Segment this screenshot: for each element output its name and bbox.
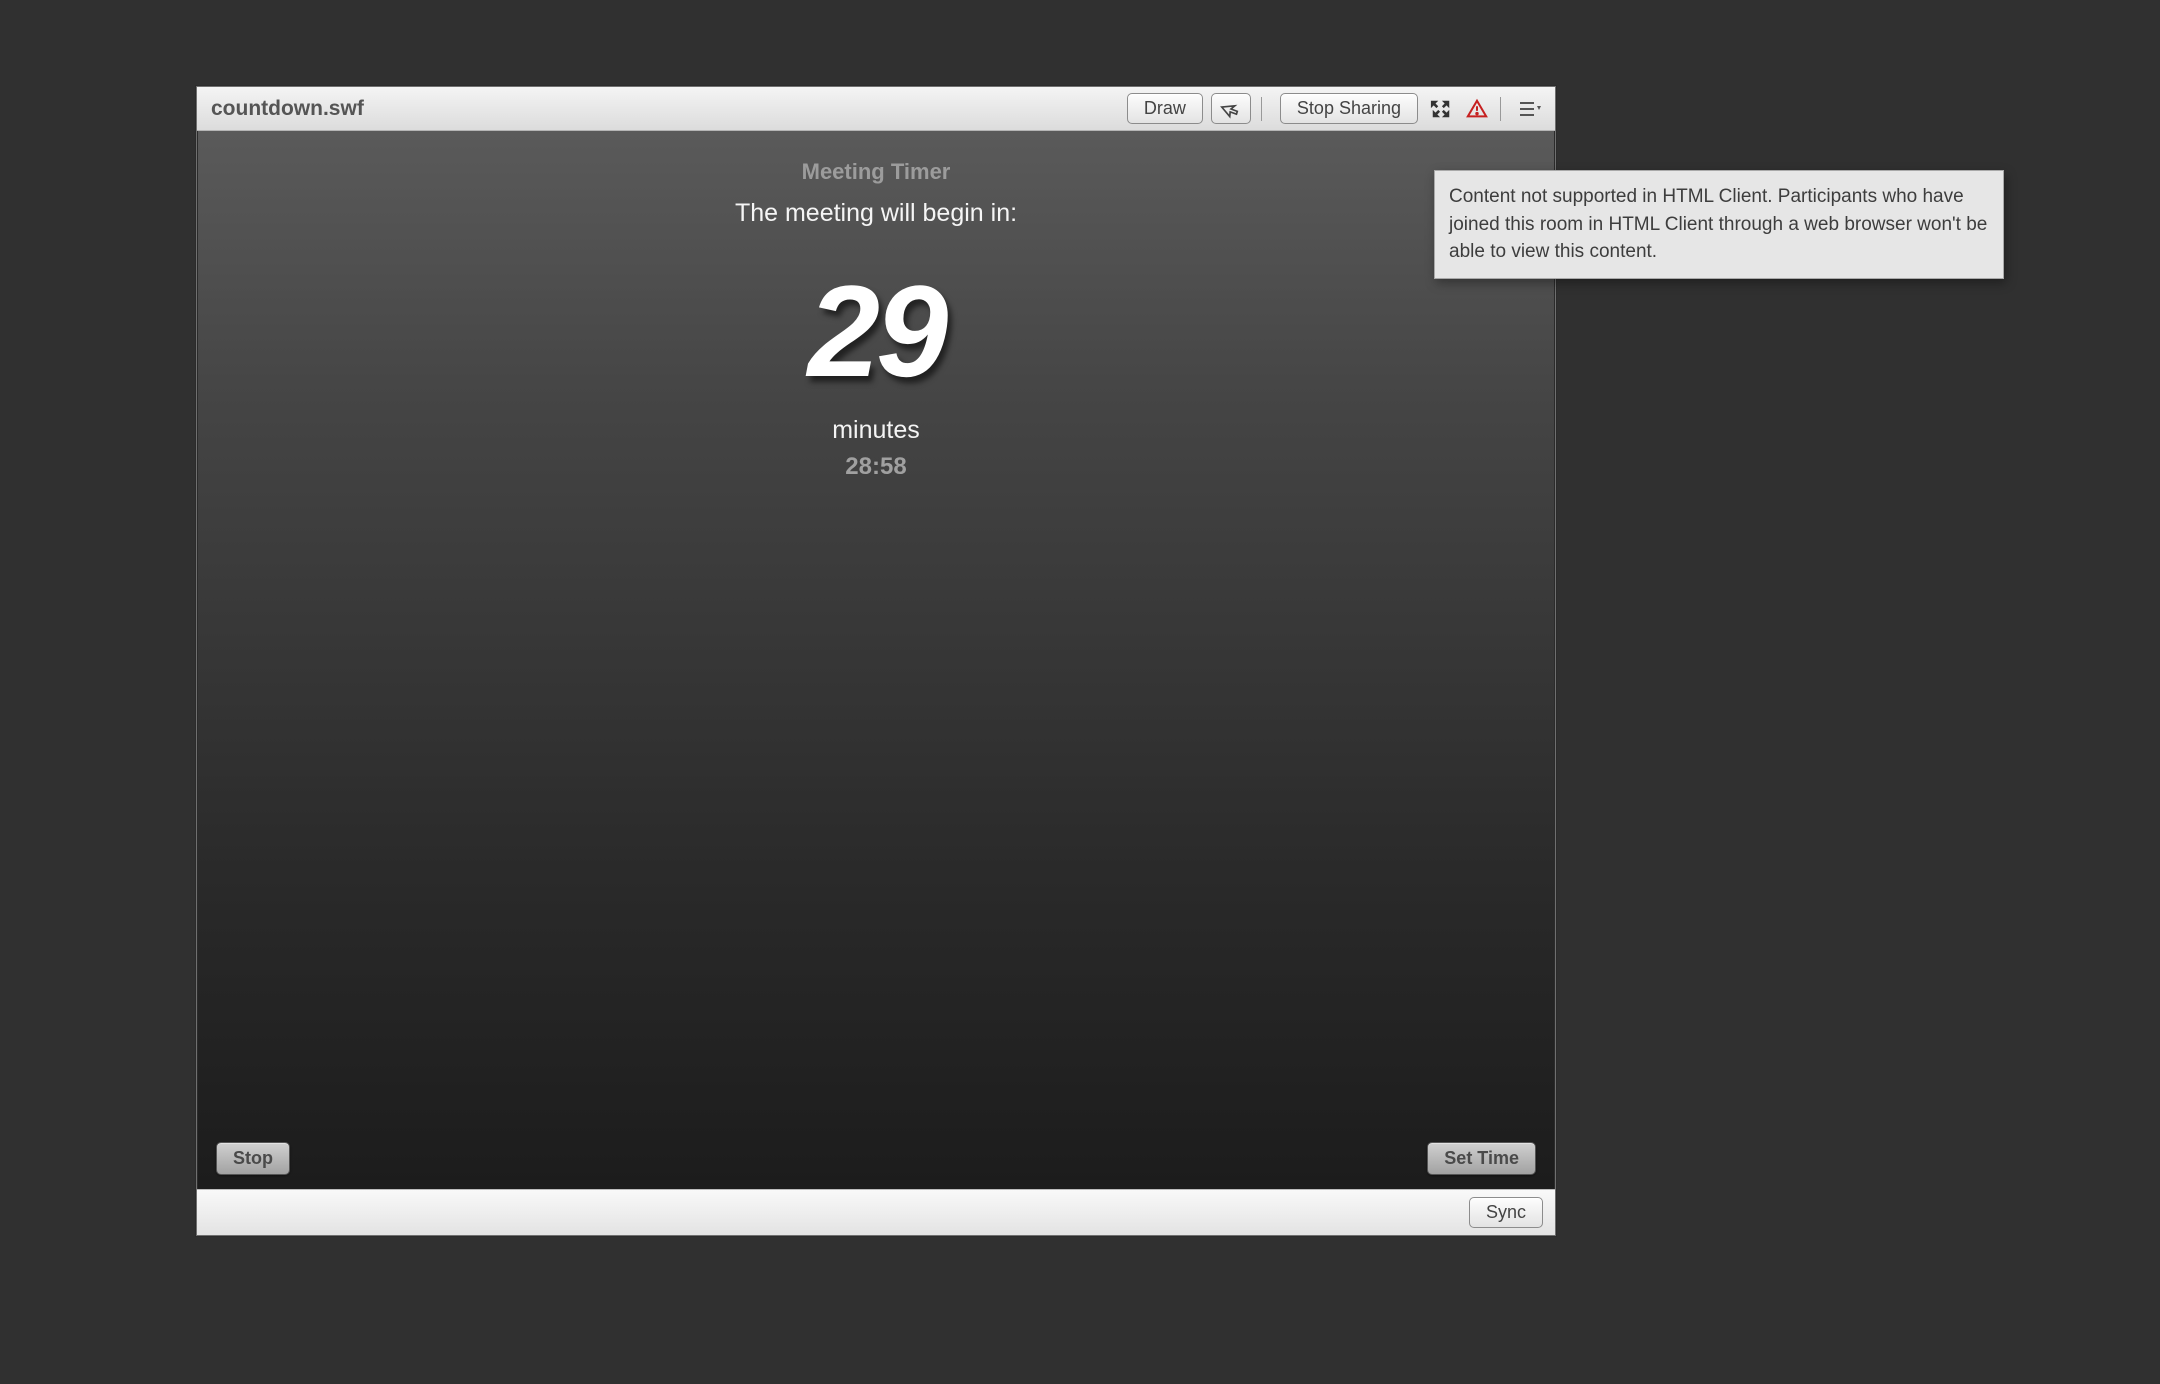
pointer-button[interactable] (1211, 93, 1251, 124)
footer-bar: Sync (197, 1189, 1555, 1235)
share-pod-window: countdown.swf Draw Stop Sharing (196, 86, 1556, 1236)
flash-content-area: Meeting Timer The meeting will begin in:… (197, 131, 1555, 1189)
draw-button[interactable]: Draw (1127, 93, 1203, 124)
warning-tooltip: Content not supported in HTML Client. Pa… (1434, 170, 2004, 279)
stop-sharing-button[interactable]: Stop Sharing (1280, 93, 1418, 124)
timer-clock: 28:58 (198, 453, 1554, 481)
fullscreen-icon[interactable] (1428, 96, 1454, 122)
set-time-button[interactable]: Set Time (1427, 1142, 1536, 1175)
timer-minutes-number: 29 (198, 256, 1554, 406)
warning-icon[interactable] (1464, 96, 1490, 122)
timer-title: Meeting Timer (198, 131, 1554, 185)
pod-menu-icon[interactable] (1515, 96, 1545, 122)
titlebar: countdown.swf Draw Stop Sharing (197, 87, 1555, 131)
stop-button[interactable]: Stop (216, 1142, 290, 1175)
file-name: countdown.swf (211, 97, 364, 121)
timer-subtitle: The meeting will begin in: (198, 199, 1554, 228)
pointer-icon (1220, 99, 1242, 119)
timer-unit-label: minutes (198, 416, 1554, 445)
separator (1261, 97, 1262, 121)
separator (1500, 97, 1501, 121)
sync-button[interactable]: Sync (1469, 1197, 1543, 1228)
